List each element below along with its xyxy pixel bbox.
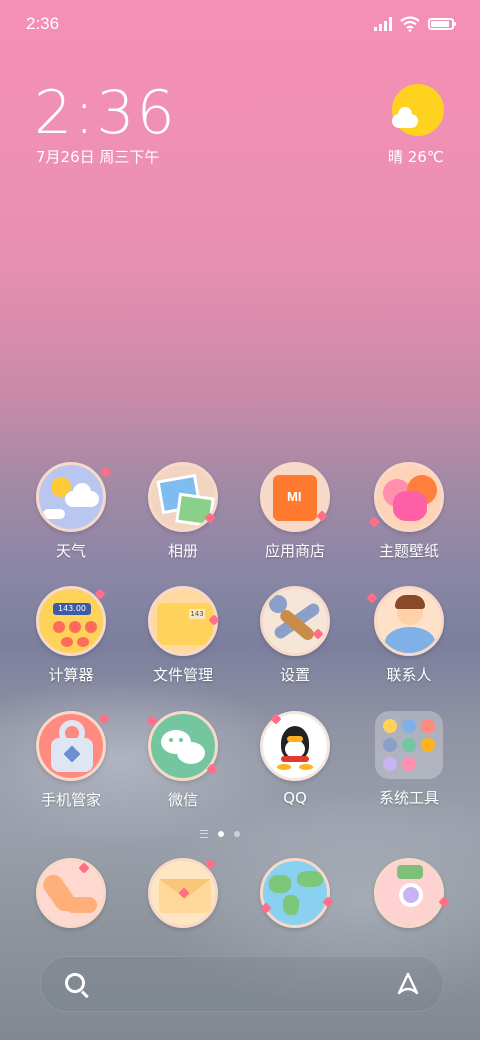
app-store-icon: MI — [260, 462, 330, 532]
cloud-icon — [392, 107, 418, 128]
dock-phone[interactable] — [16, 858, 126, 928]
page-list-icon[interactable] — [200, 830, 208, 838]
system-tools-folder-icon — [375, 711, 443, 779]
app-system-tools-folder[interactable]: 系统工具 — [354, 711, 464, 808]
app-contacts[interactable]: 联系人 — [354, 586, 464, 685]
app-label: 设置 — [279, 666, 310, 684]
app-label: 相册 — [167, 542, 198, 560]
app-label: 文件管理 — [152, 666, 213, 684]
camera-icon — [374, 858, 444, 928]
browser-icon — [260, 858, 330, 928]
battery-icon — [428, 18, 456, 30]
page-indicator[interactable] — [200, 830, 240, 838]
dock-camera[interactable] — [354, 858, 464, 928]
app-themes[interactable]: 主题壁纸 — [354, 462, 464, 561]
dock-browser[interactable] — [240, 858, 350, 928]
app-settings[interactable]: 设置 — [240, 586, 350, 685]
search-icon[interactable] — [65, 973, 85, 993]
phone-icon — [36, 858, 106, 928]
clock-widget-date[interactable]: 7月26日 周三下午 — [36, 146, 159, 167]
assistant-icon[interactable] — [395, 971, 421, 997]
app-calculator[interactable]: 143.00 计算器 — [16, 586, 126, 685]
wifi-icon — [400, 16, 420, 32]
signal-icon — [374, 17, 392, 31]
app-label: 计算器 — [48, 666, 94, 684]
qq-icon — [260, 711, 330, 781]
app-security[interactable]: 手机管家 — [16, 711, 126, 810]
dock-messages[interactable] — [128, 858, 238, 928]
file-manager-icon: 143 — [148, 586, 218, 656]
app-label: QQ — [283, 789, 307, 807]
app-label: 手机管家 — [40, 791, 101, 809]
messages-icon — [148, 858, 218, 928]
status-bar: 2:36 — [0, 0, 480, 48]
status-time: 2:36 — [26, 14, 60, 33]
app-label: 微信 — [167, 791, 198, 809]
app-qq[interactable]: QQ — [240, 711, 350, 807]
app-label: 系统工具 — [378, 789, 439, 807]
security-icon — [36, 711, 106, 781]
themes-icon — [374, 462, 444, 532]
app-app-store[interactable]: MI 应用商店 — [240, 462, 350, 561]
page-dot[interactable] — [234, 831, 240, 837]
mi-logo: MI — [287, 489, 302, 504]
calculator-icon: 143.00 — [36, 586, 106, 656]
app-gallery[interactable]: 相册 — [128, 462, 238, 561]
clock-widget-time[interactable]: 2:36 — [34, 78, 177, 148]
app-label: 联系人 — [386, 666, 432, 684]
status-icons — [374, 16, 456, 32]
calculator-display: 143.00 — [53, 603, 91, 615]
search-bar[interactable] — [40, 956, 444, 1012]
file-count: 143 — [189, 609, 205, 619]
contacts-icon — [374, 586, 444, 656]
page-dot-active[interactable] — [218, 831, 224, 837]
app-label: 天气 — [55, 542, 86, 560]
app-wechat[interactable]: 微信 — [128, 711, 238, 810]
app-label: 主题壁纸 — [378, 542, 439, 560]
weather-icon — [36, 462, 106, 532]
app-label: 应用商店 — [264, 542, 325, 560]
app-weather[interactable]: 天气 — [16, 462, 126, 561]
settings-icon — [260, 586, 330, 656]
app-file-manager[interactable]: 143 文件管理 — [128, 586, 238, 685]
weather-text[interactable]: 晴 26℃ — [388, 146, 444, 167]
